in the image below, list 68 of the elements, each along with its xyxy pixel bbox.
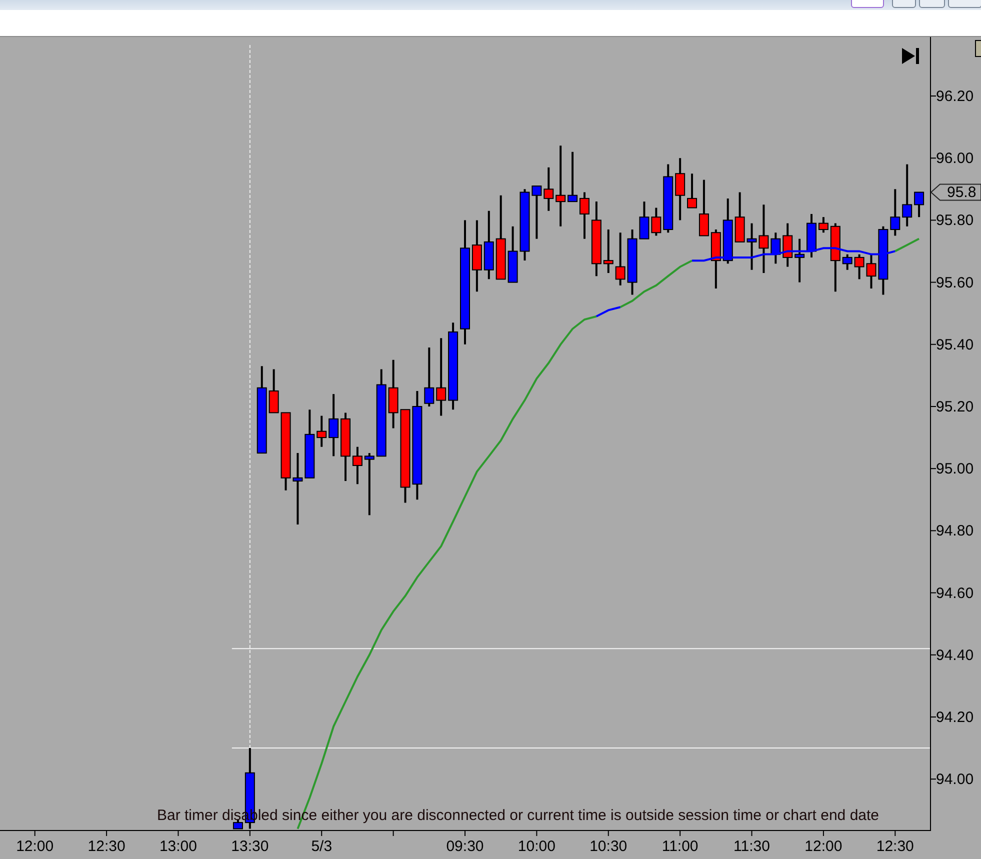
time-axis-label: 12:30 — [88, 838, 126, 855]
falling-candlestick — [758, 204, 769, 273]
price-axis-label: 94.00 — [936, 771, 974, 788]
price-axis-label: 94.80 — [936, 522, 974, 540]
falling-candlestick — [854, 254, 864, 280]
last-price-marker: 95.8 — [930, 184, 981, 202]
falling-candlestick — [830, 223, 840, 292]
price-axis-label: 94.60 — [936, 584, 974, 602]
rising-candlestick — [746, 223, 757, 270]
time-axis-label: 09:30 — [446, 838, 484, 855]
price-axis-label: 95.00 — [936, 460, 974, 478]
price-axis-label: 94.20 — [936, 708, 974, 726]
time-axis-label: 13:00 — [159, 838, 197, 855]
skip-to-end-icon[interactable] — [902, 48, 919, 64]
falling-candlestick — [544, 167, 554, 211]
falling-candlestick — [388, 360, 398, 428]
falling-candlestick — [316, 416, 327, 447]
rising-candlestick — [639, 202, 650, 240]
rising-candlestick — [794, 238, 805, 282]
rising-candlestick — [532, 186, 542, 239]
rising-candlestick — [328, 394, 339, 456]
price-axis-label: 96.20 — [936, 88, 974, 105]
panel-toggle[interactable] — [975, 40, 981, 57]
time-axis-label: 12:00 — [804, 838, 842, 855]
time-axis-label: 10:30 — [590, 838, 628, 855]
price-axis-label: 95.60 — [936, 274, 974, 292]
rising-candlestick — [627, 230, 638, 295]
rising-candlestick — [520, 189, 530, 261]
price-axis-label: 95.20 — [936, 398, 974, 416]
falling-candlestick — [734, 192, 745, 242]
time-axis-label: 12:30 — [876, 838, 914, 855]
falling-candlestick — [818, 217, 828, 233]
rising-candlestick — [424, 348, 434, 406]
rising-candlestick — [304, 410, 315, 478]
falling-candlestick — [675, 158, 686, 220]
rising-candlestick — [663, 164, 674, 233]
falling-candlestick — [782, 223, 793, 267]
rising-candlestick — [902, 164, 912, 226]
falling-candlestick — [651, 208, 662, 236]
falling-candlestick — [472, 220, 482, 292]
rising-candlestick — [878, 226, 888, 295]
falling-candlestick — [579, 192, 590, 239]
time-axis-label: 11:30 — [734, 838, 770, 855]
time-axis-label: 13:30 — [231, 838, 269, 855]
rising-candlestick — [508, 226, 518, 283]
falling-candlestick — [615, 232, 626, 286]
rising-candlestick — [890, 189, 900, 236]
rising-candlestick — [914, 192, 924, 218]
falling-candlestick — [603, 230, 614, 273]
falling-candlestick — [268, 369, 279, 414]
rising-candlestick — [484, 210, 494, 280]
rising-candlestick — [722, 198, 733, 264]
time-axis-label: 10:00 — [518, 838, 556, 855]
rising-candlestick — [770, 232, 781, 264]
price-axis-label: 96.00 — [936, 150, 974, 168]
rising-candlestick — [842, 254, 852, 270]
rising-candlestick — [364, 453, 374, 516]
time-axis-label: 12:00 — [16, 838, 54, 855]
time-axis-label: 5/3 — [311, 838, 332, 855]
rising-candlestick — [568, 152, 578, 202]
falling-candlestick — [866, 254, 876, 288]
price-axis-label: 94.40 — [936, 646, 974, 664]
rising-candlestick — [806, 214, 816, 258]
price-axis-label: 95.80 — [936, 212, 974, 230]
time-axis-label: 11:00 — [662, 838, 698, 855]
falling-candlestick — [710, 230, 721, 288]
price-axis-label: 95.40 — [936, 336, 974, 354]
rising-candlestick — [292, 453, 303, 524]
